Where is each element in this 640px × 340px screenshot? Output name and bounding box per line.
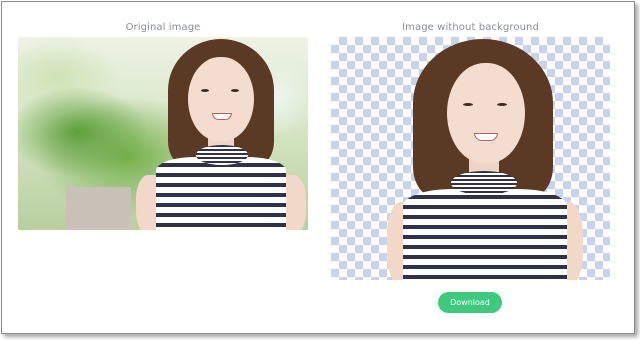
collar <box>196 145 248 165</box>
left-eye <box>201 89 209 92</box>
person-figure <box>128 37 308 230</box>
right-eye <box>231 89 239 92</box>
left-eye <box>463 103 473 106</box>
face <box>188 57 254 141</box>
original-image <box>18 37 308 230</box>
result-image <box>331 37 610 280</box>
result-image-caption: Image without background <box>402 22 539 33</box>
person-cutout <box>381 37 583 280</box>
face <box>447 63 525 163</box>
planter-background <box>66 187 131 230</box>
striped-top <box>403 189 567 280</box>
collar <box>451 171 517 195</box>
original-image-caption: Original image <box>125 22 201 33</box>
download-button[interactable]: Download <box>438 292 502 313</box>
striped-top <box>156 157 286 230</box>
right-eye <box>497 103 507 106</box>
